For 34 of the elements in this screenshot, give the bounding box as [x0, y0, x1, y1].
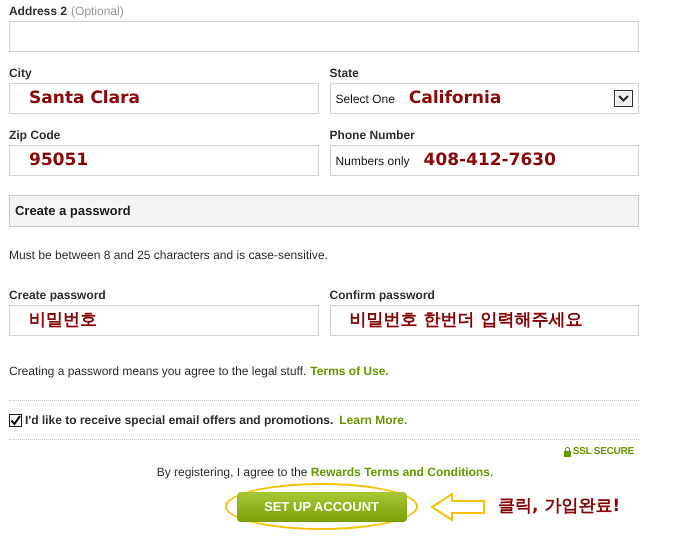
password-note: Must be between 8 and 25 characters and is case-sensitive. — [9, 247, 329, 264]
city-field[interactable]: Santa Clara — [9, 83, 318, 114]
annotation-text: 클릭, 가입완료! — [498, 494, 620, 518]
field-value: California — [408, 86, 502, 110]
field-hint: Select One — [336, 90, 395, 108]
register-text: By registering, I agree to the Rewards Terms and Conditions. — [156, 464, 494, 481]
field-value: Santa Clara — [28, 86, 140, 110]
field-value: 408-412-7630 — [424, 148, 556, 172]
legal-text: Creating a password means you agree to the legal stuff. — [9, 363, 306, 380]
field-value: 비밀번호 — [28, 308, 97, 332]
offers-checkbox[interactable] — [9, 414, 22, 426]
password-field[interactable]: 비밀번호 — [9, 305, 318, 336]
field-value: 95051 — [28, 148, 88, 172]
ssl-label: SSL SECURE — [572, 445, 634, 459]
address-field[interactable] — [9, 21, 639, 52]
field-label: Address 2 — [9, 5, 68, 17]
dropdown-icon[interactable] — [614, 90, 633, 107]
offers-text: I'd like to receive special email offers and promotions. — [25, 412, 334, 429]
field-label: State — [330, 67, 359, 79]
state-select[interactable]: Select One California — [330, 83, 639, 114]
field-hint: Numbers only — [336, 152, 410, 170]
field-value: 비밀번호 한번더 입력해주세요 — [348, 308, 582, 332]
lock-icon — [564, 446, 571, 456]
field-label: City — [9, 67, 32, 79]
field-label: Zip Code — [9, 129, 60, 141]
arrow-icon — [430, 492, 486, 522]
confirm-password-field[interactable]: 비밀번호 한번더 입력해주세요 — [330, 305, 639, 336]
section-title: Create a password — [15, 202, 131, 220]
field-label: Confirm password — [330, 289, 435, 301]
optional-label: (Optional) — [71, 5, 124, 17]
phone-field[interactable]: Numbers only 408-412-7630 — [330, 145, 639, 176]
zip-field[interactable]: 95051 — [9, 145, 318, 176]
field-label: Create password — [9, 289, 106, 301]
field-label: Phone Number — [330, 129, 415, 141]
